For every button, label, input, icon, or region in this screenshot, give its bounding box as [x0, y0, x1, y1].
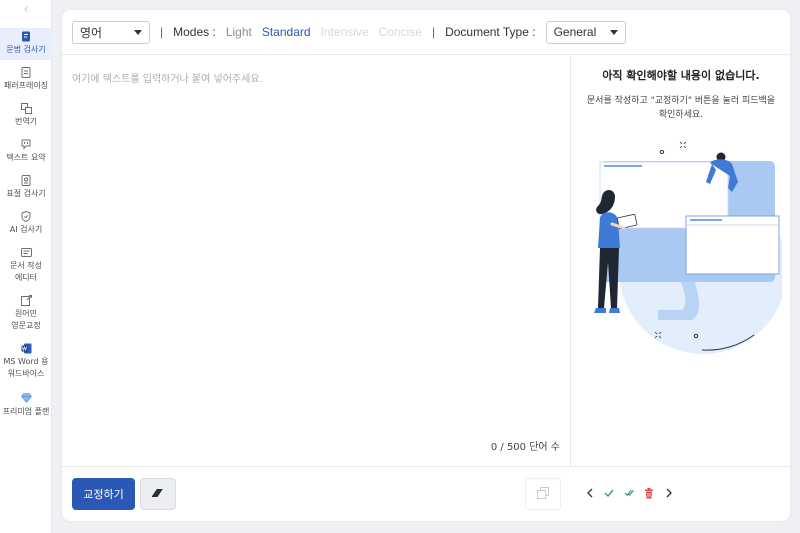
- toolbar-separator: |: [431, 25, 436, 39]
- trash-icon: [645, 487, 653, 498]
- sidebar-item-ai-check[interactable]: AI 검사기: [0, 210, 52, 236]
- ai-check-icon: [20, 210, 32, 222]
- main-card: 영어 | Modes : Light Standard Intensive Co…: [62, 10, 790, 521]
- chevron-right-icon: [666, 488, 672, 498]
- native-proofreading-icon: [20, 294, 32, 306]
- caret-down-icon: [134, 29, 142, 35]
- accept-all-button[interactable]: [624, 486, 634, 500]
- sidebar-collapse-button[interactable]: ‹: [0, 2, 52, 16]
- sidebar-item-premium[interactable]: 프리미엄 플랜: [0, 392, 52, 418]
- svg-text:W: W: [22, 346, 27, 352]
- document-type-label: Document Type :: [445, 25, 536, 39]
- document-type-select-value: General: [553, 25, 597, 39]
- sidebar-item-paraphrase[interactable]: 패러프레이징: [0, 66, 52, 92]
- sidebar-item-grammar-check[interactable]: 문법 검사기: [0, 28, 52, 60]
- paraphrase-icon: [20, 66, 32, 78]
- sidebar-item-label: 패러프레이징: [3, 81, 49, 90]
- delete-suggestion-button[interactable]: [644, 486, 654, 500]
- check-icon: [604, 489, 614, 497]
- sidebar-item-label: 텍스트 요약: [6, 153, 46, 162]
- feedback-panel: 아직 확인해야할 내용이 없습니다. 문서를 작성하고 "교정하기" 버튼을 눌…: [572, 55, 790, 466]
- toolbar: 영어 | Modes : Light Standard Intensive Co…: [62, 10, 790, 55]
- sidebar-item-plagiarism[interactable]: 표절 검사기: [0, 174, 52, 200]
- document-type-select[interactable]: General: [545, 20, 626, 44]
- clear-button[interactable]: [140, 478, 176, 510]
- sidebar-item-label: MS Word 용 워드바이스: [3, 357, 49, 378]
- editor-placeholder: 여기에 텍스트를 입력하거나 붙여 넣어주세요.: [72, 74, 263, 85]
- accept-suggestion-button[interactable]: [604, 486, 614, 500]
- sidebar-item-native-proofreading[interactable]: 원어민 영문교정: [0, 294, 52, 332]
- sidebar-item-label: 문서 작성 에디터: [10, 261, 42, 282]
- sidebar-item-label: 표절 검사기: [6, 189, 46, 198]
- mode-standard[interactable]: Standard: [262, 25, 311, 39]
- sidebar-item-label: 번역기: [14, 117, 38, 126]
- copy-button[interactable]: [525, 478, 561, 510]
- chevron-left-icon: ‹: [23, 2, 29, 16]
- mode-concise: Concise: [378, 25, 422, 39]
- feedback-empty-title: 아직 확인해야할 내용이 없습니다.: [602, 69, 760, 82]
- modes-label: Modes :: [173, 25, 216, 39]
- toolbar-separator: |: [160, 25, 164, 39]
- translate-icon: [20, 102, 32, 114]
- diamond-icon: [20, 392, 32, 404]
- previous-suggestion-button[interactable]: [584, 486, 594, 500]
- ms-word-icon: W: [20, 342, 32, 354]
- mode-intensive: Intensive: [320, 25, 369, 39]
- sidebar: ‹ 문법 검사기 패러프레이징 번역기 텍스트 요약 표절 검사기 AI 검사기…: [0, 0, 52, 533]
- chevron-left-icon: [586, 488, 592, 498]
- language-select[interactable]: 영어: [72, 20, 150, 44]
- copy-icon: [537, 486, 549, 502]
- proofread-button[interactable]: 교정하기: [72, 478, 135, 510]
- mode-light[interactable]: Light: [226, 25, 252, 39]
- bottom-bar: 교정하기: [62, 466, 790, 521]
- sidebar-item-summary[interactable]: 텍스트 요약: [0, 138, 52, 164]
- double-check-icon: [624, 489, 634, 497]
- text-editor[interactable]: 여기에 텍스트를 입력하거나 붙여 넣어주세요. 0 / 500 단어 수: [62, 55, 571, 466]
- sidebar-item-translate[interactable]: 번역기: [0, 102, 52, 128]
- language-select-value: 영어: [80, 25, 103, 40]
- summary-icon: [20, 138, 32, 150]
- grammar-check-icon: [20, 30, 32, 42]
- sidebar-item-label: 원어민 영문교정: [11, 309, 41, 330]
- document-editor-icon: [20, 246, 32, 258]
- sidebar-item-label: 프리미엄 플랜: [2, 407, 50, 416]
- sidebar-item-ms-word[interactable]: W MS Word 용 워드바이스: [0, 342, 52, 380]
- plagiarism-icon: [20, 174, 32, 186]
- empty-state-illustration: [594, 141, 782, 354]
- sidebar-item-label: AI 검사기: [9, 225, 43, 234]
- suggestion-actions: [584, 486, 674, 500]
- eraser-icon: [151, 488, 164, 501]
- next-suggestion-button[interactable]: [664, 486, 674, 500]
- word-counter: 0 / 500 단어 수: [490, 442, 560, 453]
- sidebar-item-document-editor[interactable]: 문서 작성 에디터: [0, 246, 52, 284]
- sidebar-item-label: 문법 검사기: [6, 45, 46, 54]
- feedback-empty-description: 문서를 작성하고 "교정하기" 버튼을 눌러 피드백을 확인하세요.: [586, 96, 776, 120]
- caret-down-icon: [609, 29, 618, 35]
